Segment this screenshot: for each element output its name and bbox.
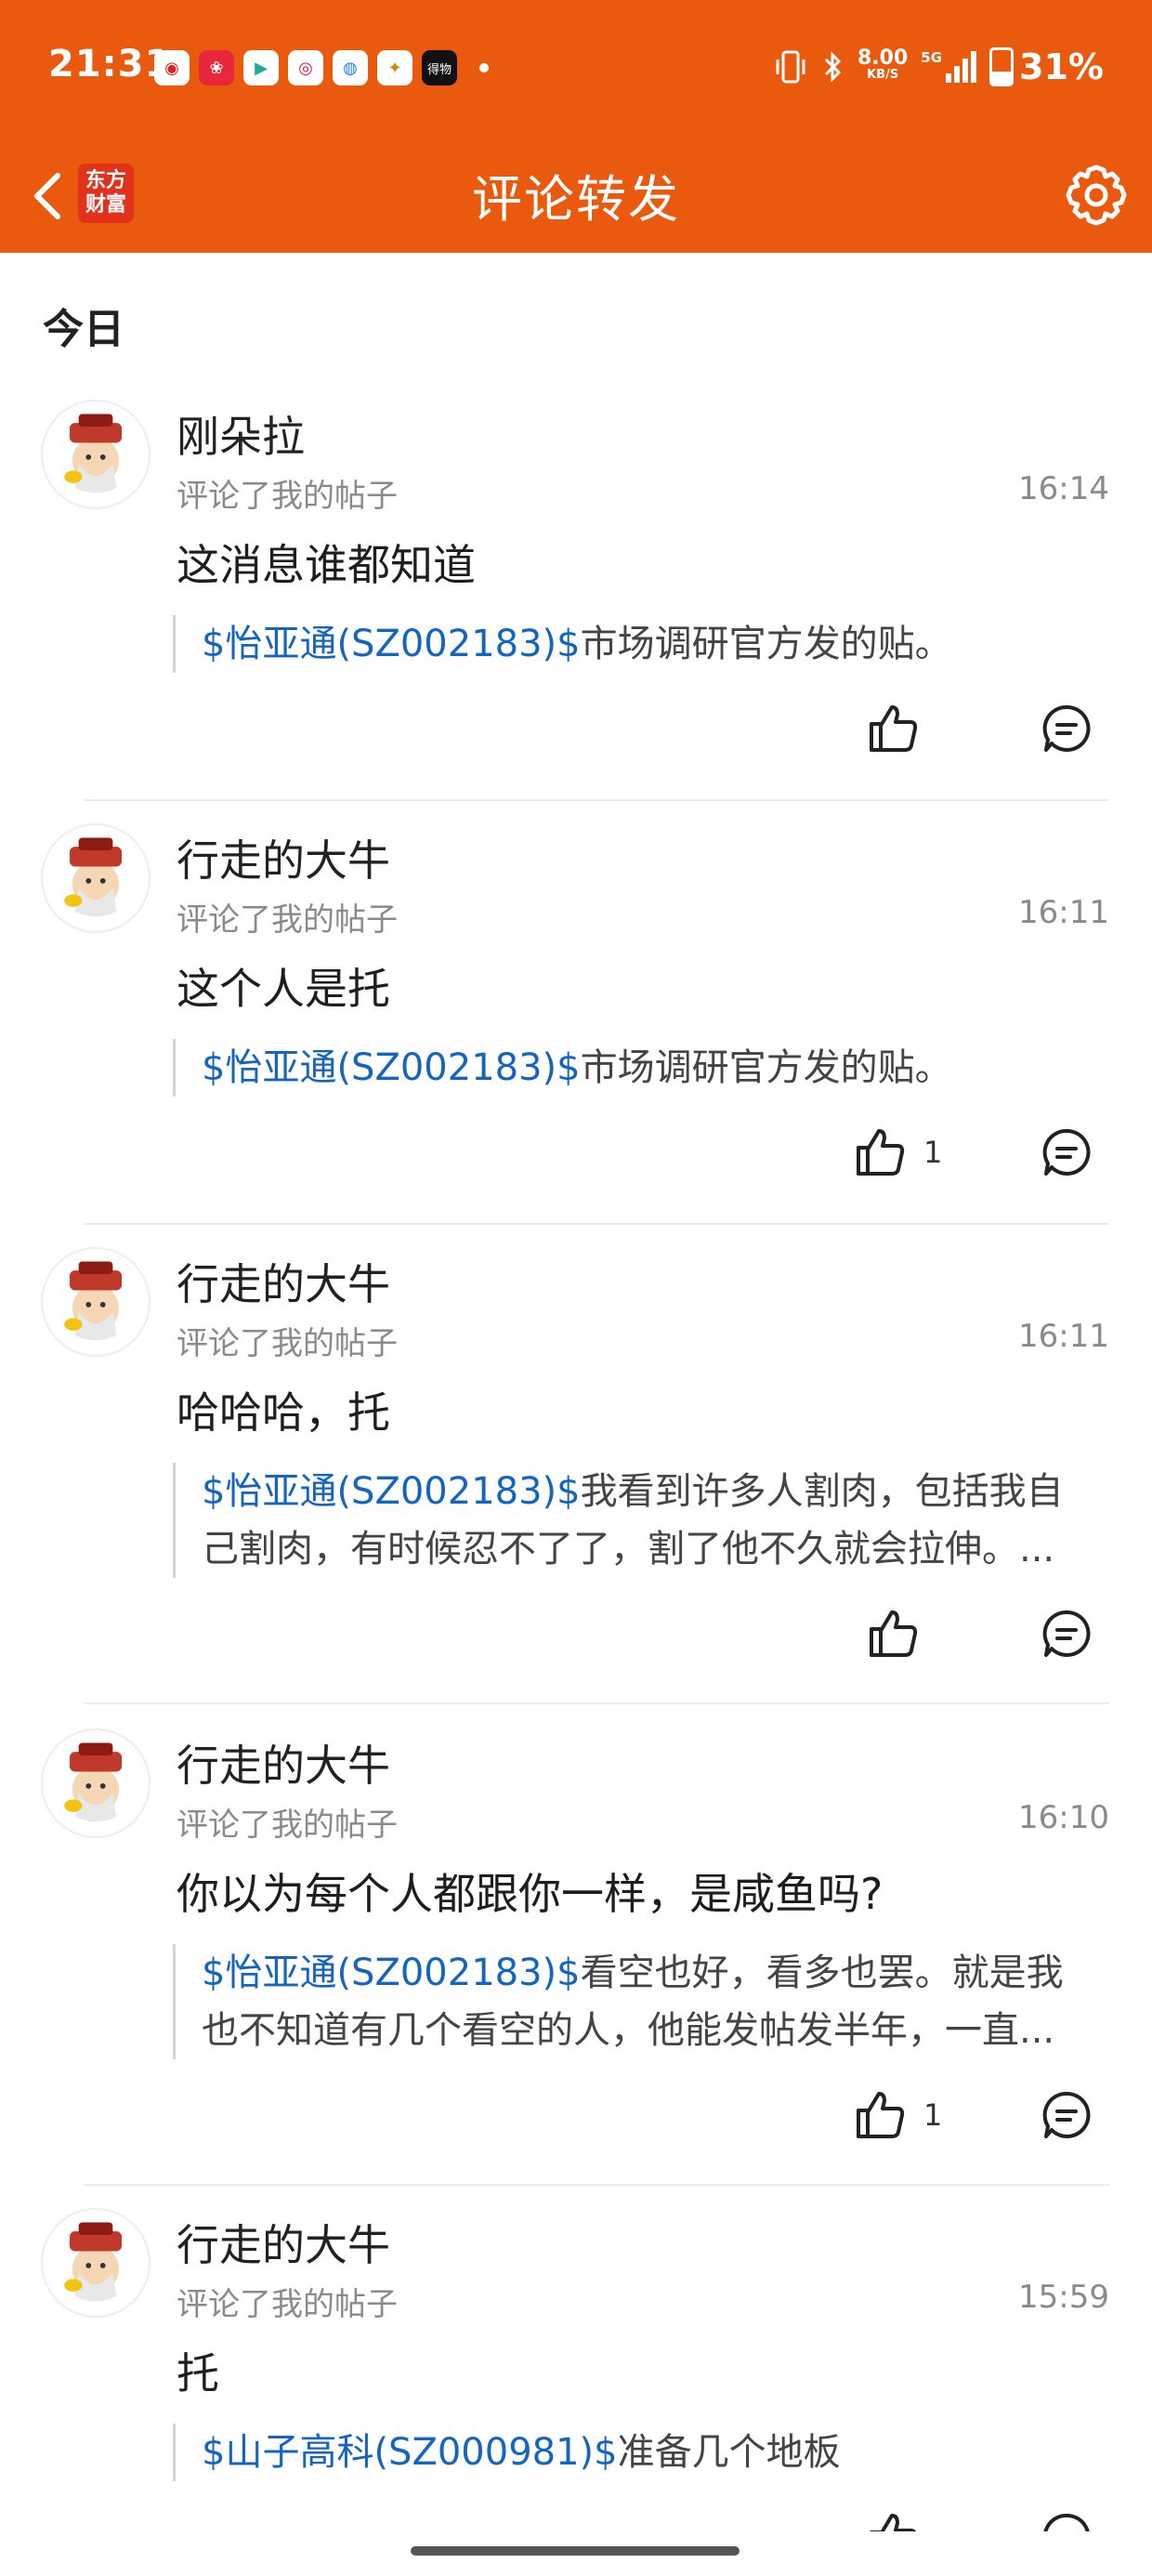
status-time: 21:31: [48, 43, 172, 85]
section-today-label: 今日: [43, 306, 124, 353]
reply-button[interactable]: [1037, 2507, 1096, 2531]
avatar[interactable]: [41, 400, 151, 509]
quoted-post[interactable]: $怡亚通(SZ002183)$市场调研官方发的贴。: [173, 1039, 1093, 1097]
stock-link[interactable]: $怡亚通(SZ002183)$: [202, 623, 581, 665]
battery-indicator: 31%: [989, 46, 1104, 87]
stock-link[interactable]: $怡亚通(SZ002183)$: [202, 1046, 581, 1089]
signal-bars-icon: [946, 51, 977, 83]
app-notification-icon: ▶: [243, 50, 279, 85]
timestamp: 15:59: [1018, 2279, 1109, 2316]
browser-icon: ◍: [333, 50, 368, 85]
like-button[interactable]: [866, 2507, 936, 2531]
timestamp: 16:11: [1018, 1318, 1109, 1355]
action-text: 评论了我的帖子: [177, 1807, 398, 1844]
reply-button[interactable]: [1037, 2085, 1096, 2145]
nav-bar: 东方 财富 评论转发: [0, 139, 1152, 253]
status-bar: 21:31 ◉ ❀ ▶ ◎ ◍ ✦ 得物 8.00 KB/S 5G 31%: [0, 0, 1152, 139]
like-button[interactable]: 1: [853, 1123, 942, 1182]
vibrate-icon: [776, 50, 805, 84]
quoted-post[interactable]: $怡亚通(SZ002183)$市场调研官方发的贴。: [173, 615, 1093, 673]
divider: [84, 1223, 1109, 1225]
thumbs-up-icon: [870, 705, 918, 752]
comment-text: 这个人是托: [177, 964, 390, 1014]
quoted-post[interactable]: $怡亚通(SZ002183)$我看到许多人割肉，包括我自 己割肉，有时候忍不了了…: [173, 1463, 1093, 1578]
like-button[interactable]: 1: [853, 2085, 942, 2145]
comment-item[interactable]: 行走的大牛 评论了我的帖子 15:59 托 $山子高科(SZ000981)$准备…: [0, 2208, 1152, 2531]
settings-button[interactable]: [1061, 160, 1132, 230]
like-button[interactable]: [866, 1604, 936, 1663]
notification-icons: ◉ ❀ ▶ ◎ ◍ ✦ 得物: [154, 50, 489, 85]
thumbs-up-icon: [870, 2514, 917, 2531]
status-right: 8.00 KB/S 5G 31%: [774, 46, 1104, 87]
comment-icon: [1042, 1128, 1091, 1176]
dewu-icon: 得物: [422, 50, 457, 85]
divider: [84, 799, 1109, 801]
bluetooth-icon: [824, 51, 842, 83]
stock-link[interactable]: $怡亚通(SZ002183)$: [202, 1470, 581, 1513]
page-title: 评论转发: [472, 170, 680, 229]
comment-text: 托: [177, 2348, 219, 2399]
stock-link[interactable]: $山子高科(SZ000981)$: [202, 2431, 618, 2474]
avatar[interactable]: [41, 1728, 151, 1838]
timestamp: 16:11: [1018, 894, 1109, 931]
username[interactable]: 行走的大牛: [177, 827, 390, 888]
app-notification-icon: ◉: [154, 50, 190, 85]
more-notifications-dot: [479, 63, 489, 72]
avatar[interactable]: [41, 2208, 151, 2318]
quoted-post[interactable]: $怡亚通(SZ002183)$看空也好，看多也罢。就是我 也不知道有几个看空的人…: [173, 1944, 1093, 2059]
comment-icon: [1042, 704, 1091, 752]
divider: [84, 1702, 1109, 1704]
timestamp: 16:10: [1018, 1799, 1109, 1836]
comment-text: 你以为每个人都跟你一样，是咸鱼吗?: [177, 1869, 884, 1919]
divider: [84, 2184, 1109, 2186]
action-text: 评论了我的帖子: [177, 478, 398, 515]
thumbs-up-icon: [870, 1610, 918, 1657]
action-text: 评论了我的帖子: [177, 1325, 398, 1362]
app-notification-icon: ✦: [377, 50, 412, 85]
app-header: 21:31 ◉ ❀ ▶ ◎ ◍ ✦ 得物 8.00 KB/S 5G 31% 东方…: [0, 0, 1152, 253]
action-text: 评论了我的帖子: [177, 901, 398, 939]
reply-button[interactable]: [1037, 1604, 1096, 1663]
action-text: 评论了我的帖子: [177, 2286, 398, 2323]
avatar[interactable]: [41, 823, 151, 933]
quoted-post[interactable]: $山子高科(SZ000981)$准备几个地板: [173, 2424, 1093, 2481]
app-notification-icon: ❀: [199, 50, 234, 85]
battery-icon: [989, 47, 1015, 86]
like-button[interactable]: [866, 699, 936, 758]
comment-text: 哈哈哈，托: [177, 1387, 390, 1438]
signal-indicator: 5G: [921, 51, 977, 83]
stock-link[interactable]: $怡亚通(SZ002183)$: [202, 1952, 581, 1994]
username[interactable]: 刚朵拉: [177, 403, 305, 465]
comment-icon: [1042, 2091, 1091, 2138]
home-indicator[interactable]: [411, 2546, 740, 2556]
timestamp: 16:14: [1018, 470, 1109, 507]
username[interactable]: 行走的大牛: [177, 1732, 390, 1794]
username[interactable]: 行走的大牛: [177, 1251, 390, 1312]
thumbs-up-icon: [857, 1129, 905, 1176]
avatar[interactable]: [41, 1247, 151, 1357]
comment-icon: [1042, 1610, 1091, 1657]
reply-button[interactable]: [1037, 699, 1096, 758]
gear-icon: [1066, 164, 1127, 226]
comment-text: 这消息谁都知道: [177, 540, 476, 590]
comment-icon: [1043, 2513, 1090, 2531]
network-speed: 8.00 KB/S: [857, 46, 909, 83]
weibo-icon: ◎: [288, 50, 323, 85]
username[interactable]: 行走的大牛: [177, 2212, 390, 2273]
thumbs-up-icon: [857, 2092, 905, 2138]
reply-button[interactable]: [1037, 1123, 1096, 1182]
like-count: 1: [923, 2097, 943, 2133]
like-count: 1: [923, 1135, 943, 1170]
